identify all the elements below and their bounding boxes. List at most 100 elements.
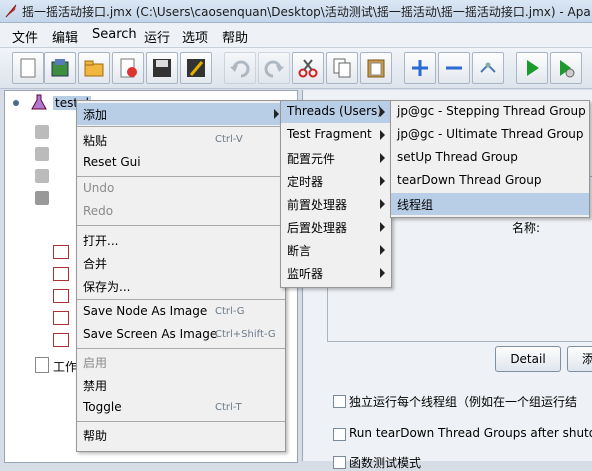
open-button[interactable] (78, 52, 110, 84)
listener-node-icon[interactable] (53, 311, 69, 325)
copy-icon (333, 58, 351, 78)
thread-group-node-icon[interactable] (35, 169, 49, 183)
save-button[interactable] (146, 52, 178, 84)
title-bar: 摇一摇活动接口.jmx (C:\Users\caosenquan\Desktop… (0, 0, 592, 23)
listener-node-icon[interactable] (53, 245, 69, 259)
menu-separator (77, 176, 285, 177)
redo-button[interactable] (258, 52, 290, 84)
window-title: 摇一摇活动接口.jmx (C:\Users\caosenquan\Desktop… (22, 5, 591, 19)
menu-item-paste[interactable]: 粘贴 Ctrl-V (77, 129, 285, 151)
menu-item-redo[interactable]: Redo (77, 201, 285, 223)
submenu-arrow-icon (380, 222, 385, 232)
toggle-button[interactable] (472, 52, 504, 84)
run-groups-consecutively-label: 独立运行每个线程组（例如在一个组运行结 (349, 395, 578, 409)
functional-mode-label: 函数测试模式 (349, 456, 422, 470)
submenu-item-pre-processor[interactable]: 前置处理器 (281, 193, 391, 215)
menu-item-label: 配置元件 (287, 152, 336, 166)
menu-separator (77, 126, 285, 127)
submenu-item-timer[interactable]: 定时器 (281, 170, 391, 192)
submenu-item-teardown-thread-group[interactable]: tearDown Thread Group (391, 170, 589, 192)
undo-button[interactable] (224, 52, 256, 84)
menu-item-label: 断言 (287, 244, 312, 258)
submenu-arrow-icon (380, 153, 385, 163)
copy-button[interactable] (326, 52, 358, 84)
paste-icon (367, 59, 385, 78)
thread-group-node-icon[interactable] (35, 147, 49, 161)
submenu-arrow-icon (274, 109, 279, 119)
paste-button[interactable] (360, 52, 392, 84)
menu-item-label: 后置处理器 (287, 221, 348, 235)
cut-icon (298, 59, 318, 78)
submenu-item-ultimate-thread-group[interactable]: jp@gc - Ultimate Thread Group (391, 124, 589, 146)
menu-item-open[interactable]: 打开... (77, 229, 285, 251)
menu-item-label: 合并 (83, 257, 108, 271)
menu-item-label: 定时器 (287, 175, 324, 189)
cut-button[interactable] (292, 52, 324, 84)
menu-item-toggle[interactable]: Toggle Ctrl-T (77, 397, 285, 419)
menu-help[interactable]: 帮助 (222, 27, 248, 46)
start-icon (527, 60, 539, 76)
context-menu: 添加 粘贴 Ctrl-V Reset Gui Undo Redo 打开... 合… (76, 100, 286, 452)
expand-button[interactable] (404, 52, 436, 84)
listener-node-icon[interactable] (53, 289, 69, 303)
start-no-pause-button[interactable] (550, 52, 582, 84)
thread-group-node-icon[interactable] (35, 191, 49, 205)
menu-item-save-screen-as-image[interactable]: Save Screen As Image Ctrl+Shift-G (77, 324, 285, 346)
menu-item-merge[interactable]: 合并 (77, 252, 285, 274)
listener-node-icon[interactable] (53, 333, 69, 347)
menu-item-label: Reset Gui (83, 155, 141, 169)
menu-separator (77, 348, 285, 349)
collapse-icon (446, 66, 462, 70)
menu-item-label: Undo (83, 181, 115, 195)
templates-button[interactable] (44, 52, 76, 84)
menu-item-label: Redo (83, 204, 114, 218)
menu-item-undo[interactable]: Undo (77, 178, 285, 200)
run-teardown-checkbox[interactable] (333, 428, 346, 441)
menu-item-reset-gui[interactable]: Reset Gui (77, 152, 285, 174)
submenu-item-listener[interactable]: 监听器 (281, 262, 391, 284)
submenu-item-thread-group[interactable]: 线程组 (391, 193, 589, 215)
menu-file[interactable]: 文件 (12, 27, 38, 46)
menu-item-disable[interactable]: 禁用 (77, 374, 285, 396)
menu-item-label: Test Fragment (287, 127, 372, 141)
menu-item-save-node-as-image[interactable]: Save Node As Image Ctrl-G (77, 301, 285, 323)
functional-mode-checkbox[interactable] (333, 456, 346, 469)
save-as-button[interactable] (180, 52, 212, 84)
listener-node-icon[interactable] (53, 267, 69, 281)
menu-item-label: 添加 (83, 108, 108, 122)
submenu-item-setup-thread-group[interactable]: setUp Thread Group (391, 147, 589, 169)
menu-item-add[interactable]: 添加 (77, 103, 285, 125)
templates-icon (51, 59, 69, 77)
menu-item-label: 禁用 (83, 379, 108, 393)
menu-item-shortcut: Ctrl-V (215, 134, 243, 145)
menu-separator (77, 421, 285, 422)
submenu-item-test-fragment[interactable]: Test Fragment (281, 124, 391, 146)
menu-item-save-as[interactable]: 保存为... (77, 275, 285, 297)
add-button[interactable]: 添 (567, 346, 592, 372)
menu-options[interactable]: 选项 (182, 27, 208, 46)
menu-item-enable[interactable]: 启用 (77, 351, 285, 373)
menu-item-label: 帮助 (83, 429, 108, 443)
submenu-item-config-element[interactable]: 配置元件 (281, 147, 391, 169)
new-button[interactable] (12, 52, 44, 84)
menu-item-label: 打开... (83, 234, 119, 248)
close-file-icon (120, 58, 137, 78)
save-icon (153, 59, 171, 77)
menu-item-help[interactable]: 帮助 (77, 424, 285, 446)
menu-run[interactable]: 运行 (144, 27, 170, 46)
submenu-item-threads-users[interactable]: Threads (Users) (281, 101, 391, 123)
collapse-button[interactable] (438, 52, 470, 84)
detail-button[interactable]: Detail (495, 346, 561, 372)
submenu-item-assertion[interactable]: 断言 (281, 239, 391, 261)
submenu-item-stepping-thread-group[interactable]: jp@gc - Stepping Thread Group (391, 101, 589, 123)
menu-search[interactable]: Search (92, 27, 137, 42)
close-button[interactable] (112, 52, 144, 84)
menu-edit[interactable]: 编辑 (52, 27, 78, 46)
submenu-item-post-processor[interactable]: 后置处理器 (281, 216, 391, 238)
start-button[interactable] (516, 52, 548, 84)
menu-item-label: setUp Thread Group (397, 150, 518, 164)
thread-group-node-icon[interactable] (35, 125, 49, 139)
submenu-arrow-icon (380, 176, 385, 186)
tree-node-workbench[interactable]: 工作 (5, 355, 85, 375)
run-groups-consecutively-checkbox[interactable] (333, 395, 346, 408)
